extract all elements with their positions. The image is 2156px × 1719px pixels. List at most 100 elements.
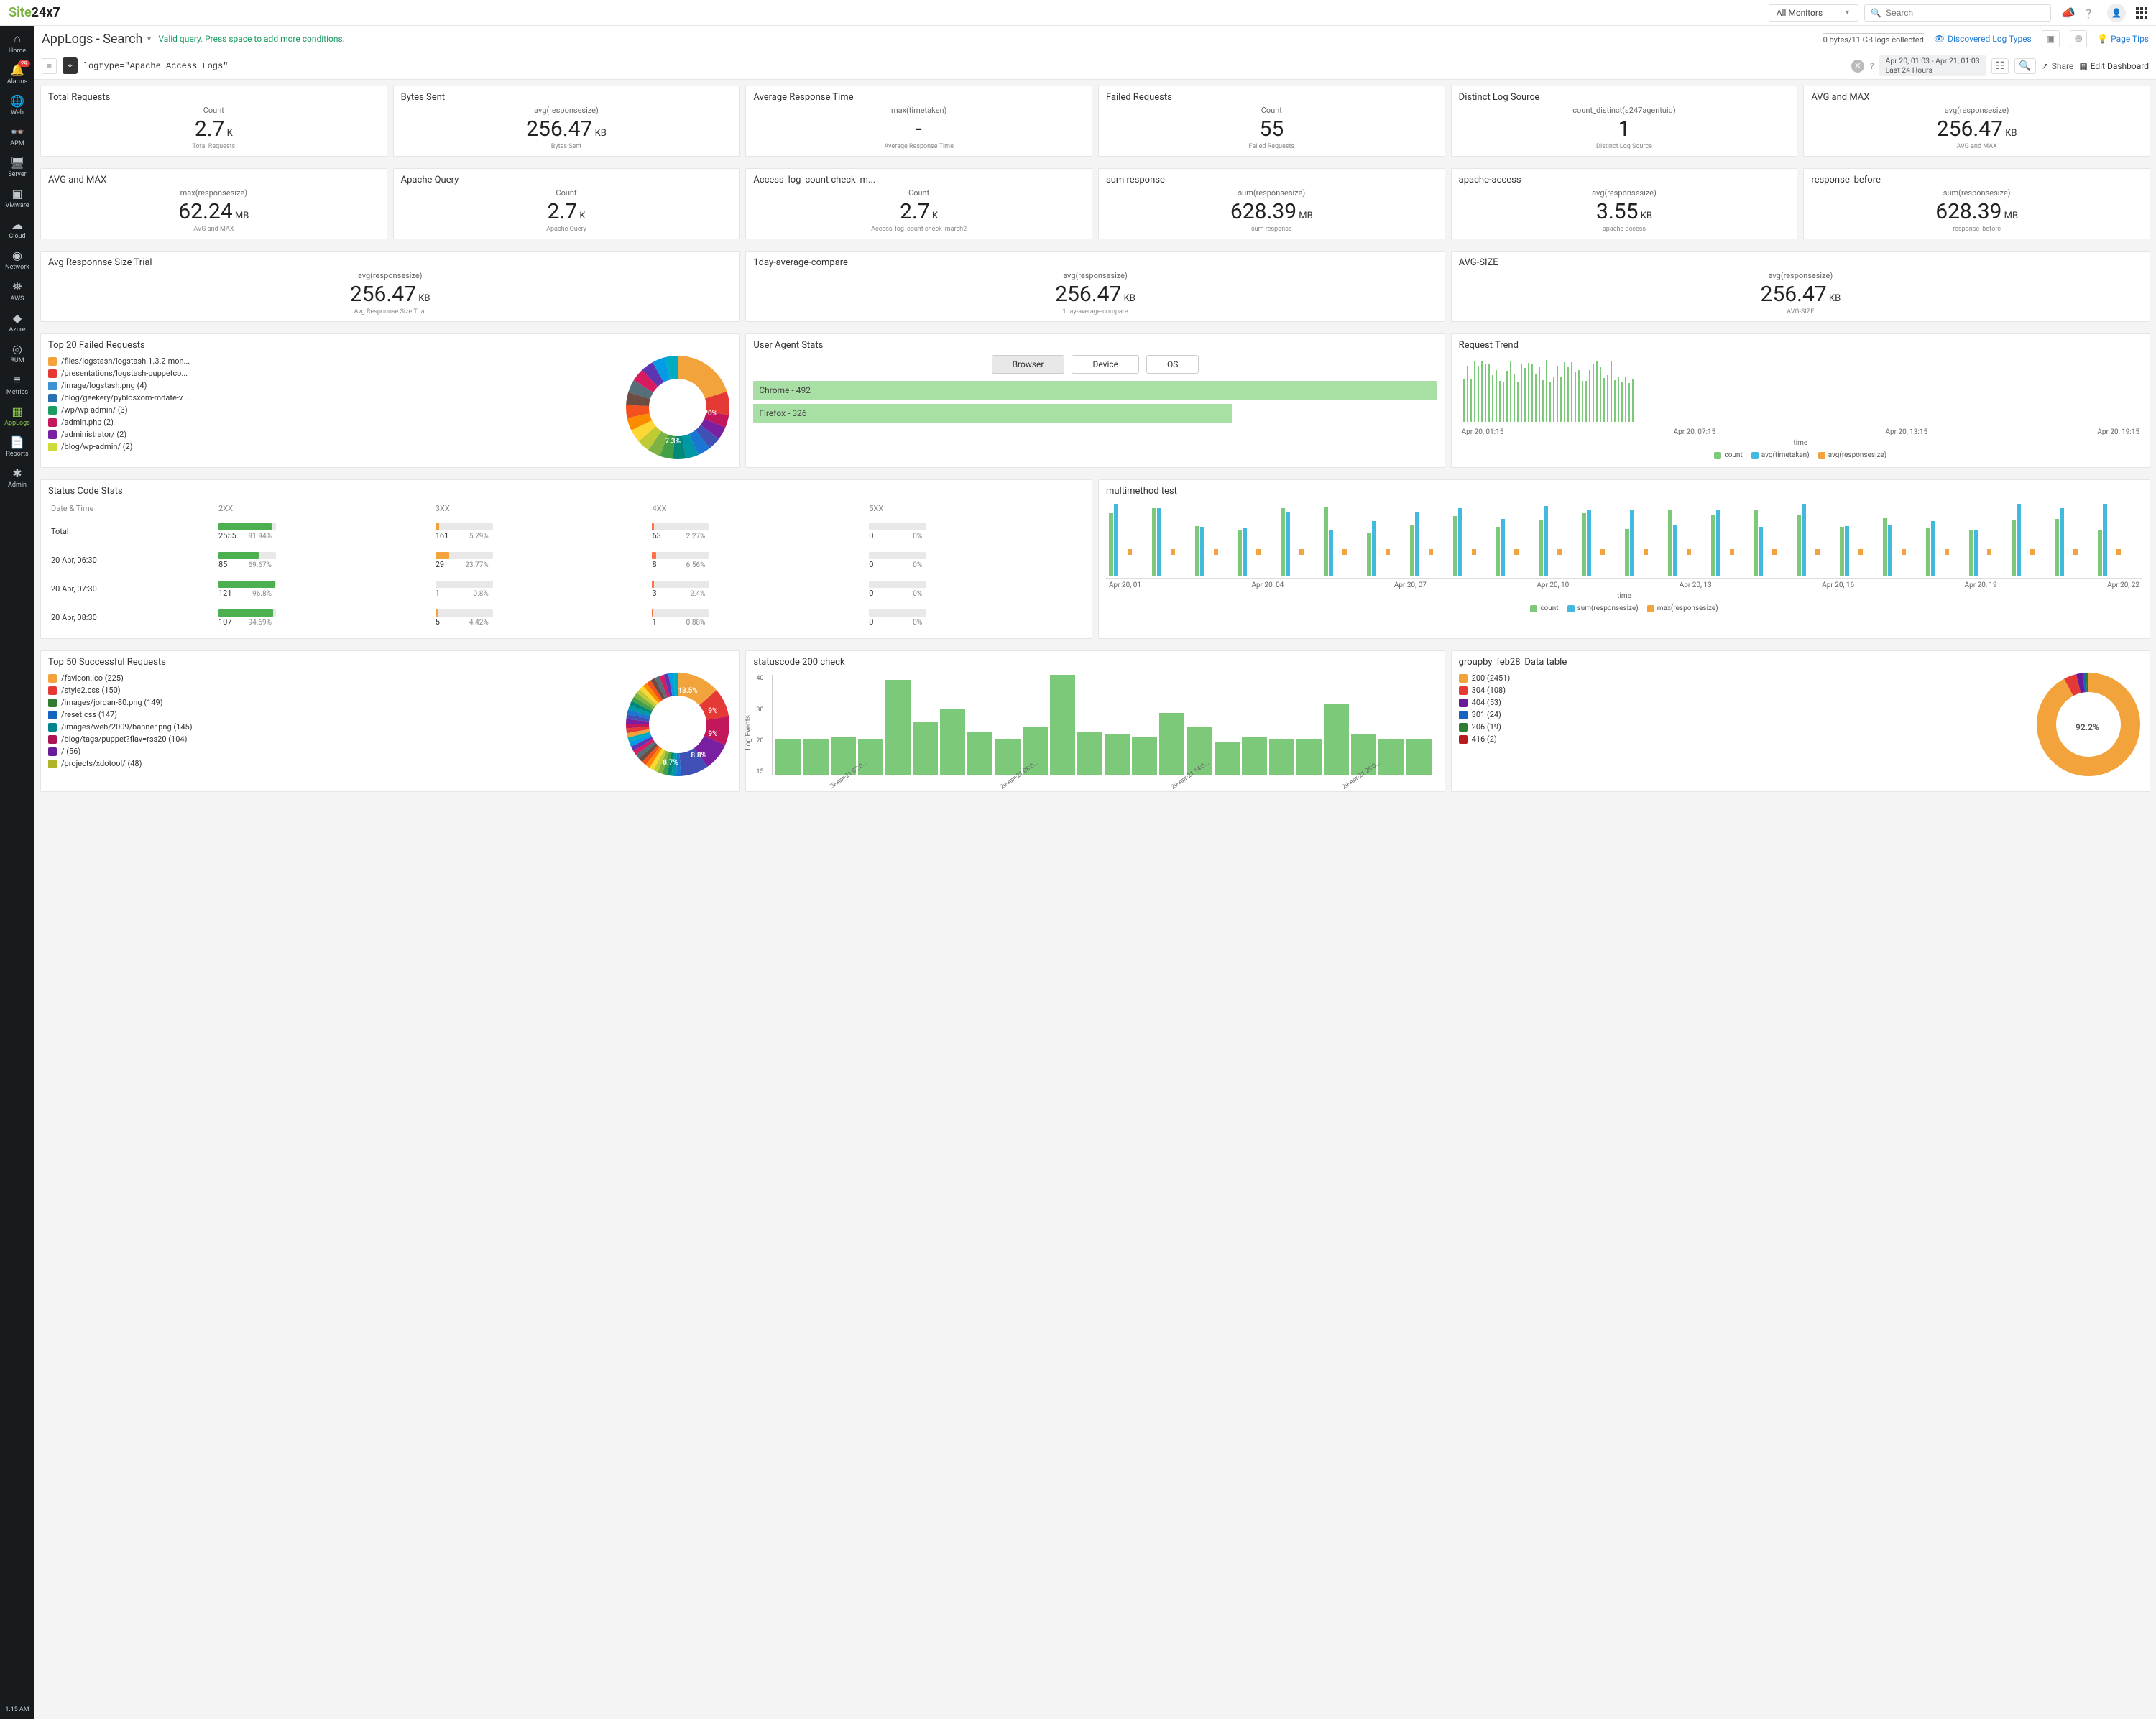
stat-card: 1day-average-compare avg(responsesize) 2… — [745, 251, 1445, 322]
trend-xaxis: Apr 20, 01:15Apr 20, 07:15Apr 20, 13:15A… — [1459, 428, 2142, 436]
chevron-down-icon: ▼ — [1844, 9, 1851, 17]
stat-card: Total Requests Count 2.7 K Total Request… — [40, 86, 387, 157]
time-range-picker[interactable]: Apr 20, 01:03 - Apr 21, 01:03 Last 24 Ho… — [1879, 55, 1985, 76]
multimethod-card: multimethod test Apr 20, 01Apr 20, 04Apr… — [1098, 479, 2150, 639]
nav-aws[interactable]: ⛯AWS — [0, 275, 34, 307]
ua-tabs: Browser Device OS — [753, 355, 1437, 374]
search-run-icon[interactable]: 🔍 — [2014, 58, 2035, 74]
failed-donut: 20%7.3% — [624, 354, 732, 461]
bulb-icon: 💡 — [2097, 34, 2108, 44]
request-trend-card: Request Trend Apr 20, 01:15Apr 20, 07:15… — [1451, 333, 2150, 468]
nav-admin[interactable]: ✱Admin — [0, 462, 34, 493]
main-content: AppLogs - Search▼ Valid query. Press spa… — [34, 26, 2156, 798]
clear-query-icon[interactable]: ✕ — [1851, 60, 1864, 73]
admin-icon: ✱ — [0, 466, 34, 480]
nav-metrics[interactable]: ≡Metrics — [0, 369, 34, 400]
search-input[interactable] — [1886, 8, 2045, 18]
legend-item[interactable]: /wp/wp-admin/ (3) — [48, 405, 617, 415]
filter-icon[interactable]: ⛃ — [2070, 30, 2087, 47]
apps-grid-icon[interactable] — [2136, 7, 2147, 19]
legend-item[interactable]: /files/logstash/logstash-1.3.2-mon... — [48, 356, 617, 366]
nav-alarms[interactable]: 🔔Alarms29 — [0, 59, 34, 90]
legend-item[interactable]: 200 (2451) — [1459, 673, 2027, 683]
legend-item[interactable]: 206 (19) — [1459, 722, 2027, 732]
nav-applogs[interactable]: ▦AppLogs — [0, 400, 34, 431]
home-icon: ⌂ — [0, 32, 34, 46]
legend-item[interactable]: /blog/geekery/pyblosxom-mdate-v... — [48, 393, 617, 402]
stat-card: Failed Requests Count 55 Failed Requests — [1098, 86, 1445, 157]
legend-item[interactable]: /projects/xdotool/ (48) — [48, 759, 617, 768]
calendar-icon[interactable]: ☷ — [1991, 58, 2009, 74]
legend-item[interactable]: 404 (53) — [1459, 698, 2027, 707]
ua-tab-browser[interactable]: Browser — [992, 355, 1065, 374]
page-title[interactable]: AppLogs - Search▼ — [42, 32, 152, 47]
groupby-donut: 92.2% — [2035, 670, 2142, 778]
legend-item[interactable]: /presentations/logstash-puppetco... — [48, 369, 617, 378]
groupby-card: groupby_feb28_Data table 200 (2451)304 (… — [1451, 650, 2150, 792]
server-icon: 🖥 — [0, 156, 34, 170]
cloud-icon: ☁ — [0, 218, 34, 231]
legend-item[interactable]: /admin.php (2) — [48, 418, 617, 427]
share-button[interactable]: ↗Share — [2042, 61, 2074, 71]
help-small-icon[interactable]: ? — [1870, 61, 1874, 71]
page-tips-link[interactable]: 💡Page Tips — [2097, 34, 2149, 44]
top-success-card: Top 50 Successful Requests /favicon.ico … — [40, 650, 740, 792]
nav-apm[interactable]: 👓APM — [0, 121, 34, 152]
legend-item[interactable]: /images/jordan-80.png (149) — [48, 698, 617, 707]
legend-item[interactable]: /blog/tags/puppet?flav=rss20 (104) — [48, 734, 617, 744]
nav-rum[interactable]: ◎RUM — [0, 338, 34, 369]
ua-bar: Firefox - 326 — [753, 404, 1232, 423]
edit-dashboard-button[interactable]: ▦Edit Dashboard — [2079, 61, 2149, 71]
monitors-dropdown[interactable]: All Monitors▼ — [1769, 4, 1858, 22]
legend-item[interactable]: /favicon.ico (225) — [48, 673, 617, 683]
nav-network[interactable]: ◉Network — [0, 244, 34, 275]
charts-row-1: Top 20 Failed Requests /files/logstash/l… — [34, 328, 2156, 474]
legend-item[interactable]: /images/web/2009/banner.png (145) — [48, 722, 617, 732]
stat-card: AVG and MAX avg(responsesize) 256.47 KB … — [1803, 86, 2150, 157]
legend-item[interactable]: /reset.css (147) — [48, 710, 617, 719]
top-failed-card: Top 20 Failed Requests /files/logstash/l… — [40, 333, 740, 468]
nav-cloud[interactable]: ☁Cloud — [0, 213, 34, 244]
stat-row-3: Avg Responnse Size Trial avg(responsesiz… — [34, 245, 2156, 328]
legend-item[interactable]: / (56) — [48, 747, 617, 756]
apm-icon: 👓 — [0, 125, 34, 139]
query-mode-icon[interactable]: ⌖ — [63, 57, 78, 74]
list-view-icon[interactable]: ≡ — [42, 58, 57, 74]
legend-item[interactable]: /style2.css (150) — [48, 686, 617, 695]
legend-item[interactable]: /blog/wp-admin/ (2) — [48, 442, 617, 451]
search-icon: 🔍 — [1871, 8, 1881, 18]
stat-card: response_before sum(responsesize) 628.39… — [1803, 168, 2150, 239]
nav-vmware[interactable]: ▣VMware — [0, 183, 34, 213]
panel-icon[interactable]: ▣ — [2042, 30, 2060, 47]
ua-tab-os[interactable]: OS — [1146, 355, 1199, 374]
legend-item[interactable]: 416 (2) — [1459, 734, 2027, 744]
announcement-icon[interactable]: 📣 — [2061, 6, 2076, 19]
multi-xaxis: Apr 20, 01Apr 20, 04Apr 20, 07Apr 20, 10… — [1106, 581, 2142, 589]
nav-azure[interactable]: ◆Azure — [0, 307, 34, 338]
stat-card: Distinct Log Source count_distinct(s247a… — [1451, 86, 1798, 157]
stat-card: Bytes Sent avg(responsesize) 256.47 KB B… — [393, 86, 740, 157]
query-bar: ≡ ⌖ logtype="Apache Access Logs" ✕ ? Apr… — [34, 52, 2156, 80]
legend-item[interactable]: 304 (108) — [1459, 686, 2027, 695]
nav-web[interactable]: 🌐Web — [0, 90, 34, 121]
ua-tab-device[interactable]: Device — [1072, 355, 1139, 374]
eye-icon: 👁 — [1934, 34, 1945, 44]
stat-card: Apache Query Count 2.7 K Apache Query — [393, 168, 740, 239]
query-input[interactable]: logtype="Apache Access Logs" — [83, 61, 1846, 71]
metrics-icon: ≡ — [0, 373, 34, 387]
legend-item[interactable]: 301 (24) — [1459, 710, 2027, 719]
help-icon[interactable]: ？ — [2086, 4, 2097, 22]
nav-server[interactable]: 🖥Server — [0, 152, 34, 183]
stat-card: Avg Responnse Size Trial avg(responsesiz… — [40, 251, 740, 322]
global-search[interactable]: 🔍 — [1864, 4, 2051, 22]
legend-item[interactable]: /administrator/ (2) — [48, 430, 617, 439]
topbar-actions: 📣 ？ 👤 — [2061, 4, 2147, 22]
discovered-logtypes-link[interactable]: 👁Discovered Log Types — [1934, 34, 2032, 44]
user-avatar[interactable]: 👤 — [2107, 4, 2126, 22]
legend-item[interactable]: /image/logstash.png (4) — [48, 381, 617, 390]
nav-home[interactable]: ⌂Home — [0, 27, 34, 59]
nav-reports[interactable]: 📄Reports — [0, 431, 34, 462]
status-code-card: Status Code Stats Date & Time2XX3XX4XX5X… — [40, 479, 1092, 639]
stat-card: Access_log_count check_m... Count 2.7 K … — [745, 168, 1092, 239]
stat-card: sum response sum(responsesize) 628.39 MB… — [1098, 168, 1445, 239]
